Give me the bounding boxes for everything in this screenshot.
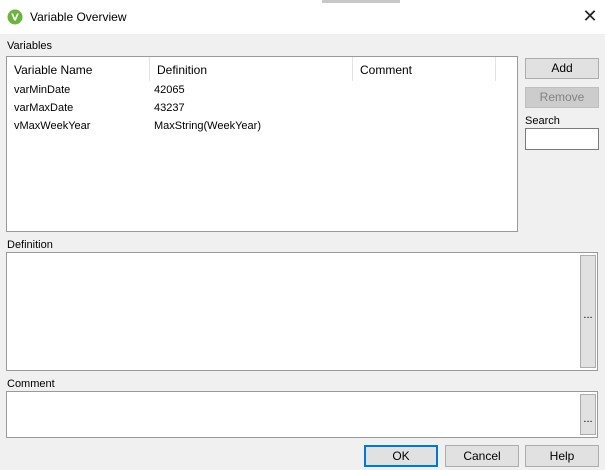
- comment-cell: [350, 117, 357, 135]
- column-header-variable-name[interactable]: Variable Name: [7, 57, 150, 81]
- variable-overview-dialog: Variable Overview ✕ Variables Variable N…: [0, 0, 605, 470]
- table-row[interactable]: vMaxWeekYear MaxString(WeekYear): [7, 117, 517, 135]
- help-button[interactable]: Help: [525, 445, 599, 467]
- window-title: Variable Overview: [30, 10, 127, 24]
- variable-name-cell: vMaxWeekYear: [14, 120, 91, 132]
- comment-field[interactable]: [6, 391, 598, 438]
- title-bar: Variable Overview ✕: [0, 0, 605, 34]
- comment-cell: [350, 99, 357, 117]
- definition-label: Definition: [7, 239, 53, 251]
- variables-label: Variables: [7, 40, 53, 52]
- qlikview-icon: [7, 9, 23, 25]
- definition-cell: MaxString(WeekYear): [154, 120, 261, 132]
- remove-button[interactable]: Remove: [525, 87, 599, 108]
- definition-cell: 43237: [154, 102, 185, 114]
- comment-label: Comment: [7, 378, 55, 390]
- table-row[interactable]: varMinDate 42065: [7, 81, 517, 99]
- definition-field[interactable]: [6, 252, 598, 371]
- variable-name-cell: varMinDate: [14, 84, 71, 96]
- ok-button[interactable]: OK: [364, 445, 438, 467]
- column-header-definition[interactable]: Definition: [150, 57, 353, 81]
- list-header: Variable Name Definition Comment: [7, 57, 517, 81]
- comment-ellipsis-button[interactable]: ...: [580, 394, 596, 435]
- add-button[interactable]: Add: [525, 58, 599, 79]
- search-label: Search: [525, 115, 560, 127]
- column-header-comment[interactable]: Comment: [353, 57, 496, 81]
- table-row[interactable]: varMaxDate 43237: [7, 99, 517, 117]
- variables-list[interactable]: Variable Name Definition Comment varMinD…: [6, 56, 518, 232]
- variable-name-cell: varMaxDate: [14, 102, 74, 114]
- cancel-button[interactable]: Cancel: [445, 445, 519, 467]
- definition-ellipsis-button[interactable]: ...: [580, 255, 596, 368]
- definition-cell: 42065: [154, 84, 185, 96]
- comment-cell: [350, 81, 357, 99]
- close-icon[interactable]: ✕: [577, 4, 603, 30]
- background-window-edge: [322, 0, 400, 3]
- search-input[interactable]: [525, 128, 599, 150]
